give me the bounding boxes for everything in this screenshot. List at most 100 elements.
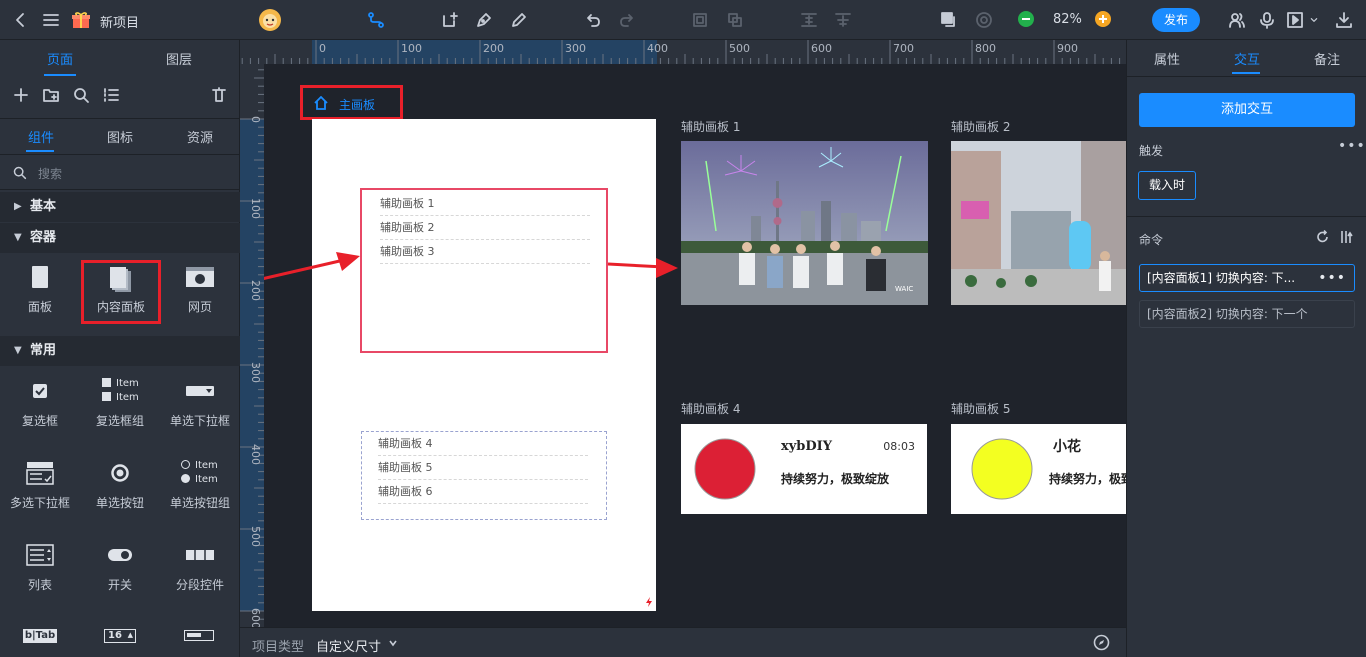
zoom-out-icon[interactable] <box>1018 11 1034 27</box>
menu-icon[interactable] <box>42 11 60 29</box>
zoom-level[interactable]: 82% <box>1053 12 1082 27</box>
back-icon[interactable] <box>12 11 30 29</box>
command-label: 命令 <box>1139 233 1164 247</box>
right-panel: 属性 交互 备注 添加交互 触发 ••• 载入时 命令 [内容面板1] 切换内容… <box>1126 40 1366 657</box>
canvas[interactable]: 主画板 辅助画板 1 辅助画板 2 辅助画板 3 辅助画板 4 辅助画板 5 辅… <box>264 64 1126 627</box>
aux-board-2-label: 辅助画板 2 <box>951 120 1011 134</box>
tab-interactions[interactable]: 交互 <box>1234 49 1260 68</box>
collaborators-icon[interactable] <box>1228 11 1246 29</box>
component-multi-dropdown[interactable]: 多选下拉框 <box>0 458 80 511</box>
list-icon <box>26 544 54 566</box>
aux-board-4-card[interactable]: xybDIY 08:03 持续努力，极致绽放 <box>681 424 927 514</box>
clean-icon[interactable] <box>210 86 228 104</box>
add-folder-icon[interactable] <box>42 86 60 104</box>
section-common[interactable]: ▼ 常用 <box>0 336 240 366</box>
stepper-component-icon[interactable]: 16 ▲ <box>104 629 136 643</box>
project-type-label: 项目类型 <box>252 640 305 655</box>
ruler-label: 700 <box>893 42 914 55</box>
project-type-select[interactable]: 自定义尺寸 <box>316 636 381 655</box>
ruler-label: 900 <box>1057 42 1078 55</box>
command-item-selected[interactable]: [内容面板1] 切换内容: 下... ••• <box>1139 264 1355 292</box>
aux-board-5-card[interactable]: 小花 持续努力，极致绽放 <box>951 424 1126 514</box>
tab-resources[interactable]: 资源 <box>187 127 213 146</box>
component-single-dropdown[interactable]: 单选下拉框 <box>160 376 240 429</box>
component-webpage-label: 网页 <box>187 300 212 314</box>
add-artboard-icon[interactable] <box>441 11 459 29</box>
avatar[interactable] <box>258 8 282 32</box>
sort-icon[interactable] <box>1339 230 1355 244</box>
layer-front-icon[interactable] <box>940 11 958 29</box>
command-item[interactable]: [内容面板2] 切换内容: 下一个 <box>1139 300 1355 328</box>
project-name[interactable]: 新项目 <box>100 12 139 31</box>
component-webpage[interactable]: 网页 <box>160 262 240 315</box>
aux-board-4-label: 辅助画板 4 <box>681 402 741 416</box>
content-panel-item: 辅助画板 3 <box>380 240 590 264</box>
component-switch[interactable]: 开关 <box>80 540 160 593</box>
pencil-icon[interactable] <box>510 11 528 29</box>
preview-play-icon[interactable] <box>1286 11 1304 29</box>
sort-list-icon[interactable] <box>102 86 120 104</box>
component-panel[interactable]: 面板 <box>0 262 80 315</box>
tab-pages[interactable]: 页面 <box>47 49 73 68</box>
component-radio-group-label: 单选按钮组 <box>169 496 230 510</box>
search-box[interactable]: 搜索 <box>0 154 240 190</box>
left-panel: 页面 图层 组件 图标 资源 搜索 ▶ 基本 ▼ 容器 面板 内容面板 网页 ▼ 常用… <box>0 40 240 657</box>
section-common-label: 常用 <box>30 343 57 358</box>
gift-icon[interactable] <box>71 11 91 29</box>
component-list[interactable]: 列表 <box>0 540 80 593</box>
ruler-label: 200 <box>249 280 262 301</box>
component-content-panel-label: 内容面板 <box>96 300 145 314</box>
component-single-dropdown-label: 单选下拉框 <box>169 414 230 428</box>
align-bottom-icon[interactable] <box>834 11 852 29</box>
pen-tool-icon[interactable] <box>475 11 493 29</box>
compass-icon[interactable] <box>1093 634 1110 651</box>
component-checkbox-group[interactable]: Item Item 复选框组 <box>80 376 160 429</box>
ungroup-icon[interactable] <box>726 11 744 29</box>
tab-icons[interactable]: 图标 <box>107 127 133 146</box>
aux-board-1-photo[interactable]: WAIC <box>681 141 928 305</box>
microphone-icon[interactable] <box>1258 11 1276 29</box>
ruler-label: 0 <box>249 116 262 123</box>
ruler-left: 0 100 200 300 400 500 600 <box>240 64 264 627</box>
add-interaction-button[interactable]: 添加交互 <box>1139 93 1355 127</box>
ruler-label: 200 <box>483 42 504 55</box>
main-artboard[interactable]: 辅助画板 1 辅助画板 2 辅助画板 3 辅助画板 4 辅助画板 5 辅助画板 … <box>312 119 656 611</box>
tab-component-icon[interactable]: b|Tab <box>23 629 57 643</box>
tab-components[interactable]: 组件 <box>28 127 54 146</box>
component-checkbox[interactable]: 复选框 <box>0 376 80 429</box>
progress-component-icon[interactable] <box>184 630 214 641</box>
group-icon[interactable] <box>691 11 709 29</box>
publish-button[interactable]: 发布 <box>1152 8 1200 32</box>
section-container[interactable]: ▼ 容器 <box>0 223 240 253</box>
section-basic[interactable]: ▶ 基本 <box>0 192 240 222</box>
tab-properties[interactable]: 属性 <box>1154 49 1180 68</box>
align-top-icon[interactable] <box>800 11 818 29</box>
component-content-panel[interactable]: 内容面板 <box>81 260 161 324</box>
tab-layers[interactable]: 图层 <box>166 49 192 68</box>
reset-icon[interactable] <box>1316 230 1330 244</box>
unchecked-box-icon <box>102 392 111 401</box>
section-basic-label: 基本 <box>30 199 57 214</box>
connect-path-icon[interactable] <box>367 11 385 29</box>
tab-notes[interactable]: 备注 <box>1314 49 1340 68</box>
chevron-down-icon[interactable] <box>1308 11 1320 29</box>
zoom-in-icon[interactable] <box>1095 11 1111 27</box>
component-radio[interactable]: 单选按钮 <box>80 458 160 511</box>
chevron-down-icon[interactable] <box>388 638 398 648</box>
content-panel-2[interactable]: 辅助画板 4 辅助画板 5 辅助画板 6 <box>361 431 607 520</box>
add-icon[interactable] <box>12 86 30 104</box>
more-icon[interactable]: ••• <box>1338 138 1366 154</box>
content-panel-1[interactable]: 辅助画板 1 辅助画板 2 辅助画板 3 <box>360 188 608 353</box>
redo-icon[interactable] <box>618 11 636 29</box>
main-artboard-tag[interactable]: 主画板 <box>300 85 403 120</box>
aux-board-2-photo[interactable] <box>951 141 1126 305</box>
undo-icon[interactable] <box>584 11 602 29</box>
trigger-onload-button[interactable]: 载入时 <box>1138 171 1196 200</box>
download-icon[interactable] <box>1335 11 1353 29</box>
ruler-label: 400 <box>647 42 668 55</box>
more-icon[interactable]: ••• <box>1318 265 1346 291</box>
settings-icon[interactable] <box>975 11 993 29</box>
component-radio-group[interactable]: Item Item 单选按钮组 <box>160 458 240 511</box>
search-icon[interactable] <box>72 86 90 104</box>
component-segmented[interactable]: 分段控件 <box>160 540 240 593</box>
